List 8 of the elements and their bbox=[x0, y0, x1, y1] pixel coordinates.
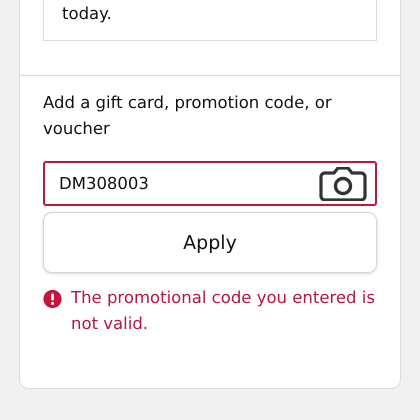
code-input-field[interactable]: DM308003 bbox=[43, 161, 377, 206]
apply-button[interactable]: Apply bbox=[43, 212, 377, 273]
promo-label: Add a gift card, promotion code, or voucher bbox=[43, 92, 333, 140]
error-icon bbox=[43, 287, 62, 311]
camera-icon[interactable] bbox=[319, 166, 367, 200]
error-message: The promotional code you entered is not valid. bbox=[71, 287, 376, 335]
code-input[interactable]: DM308003 bbox=[59, 174, 319, 193]
notice-text: today. bbox=[62, 4, 112, 23]
